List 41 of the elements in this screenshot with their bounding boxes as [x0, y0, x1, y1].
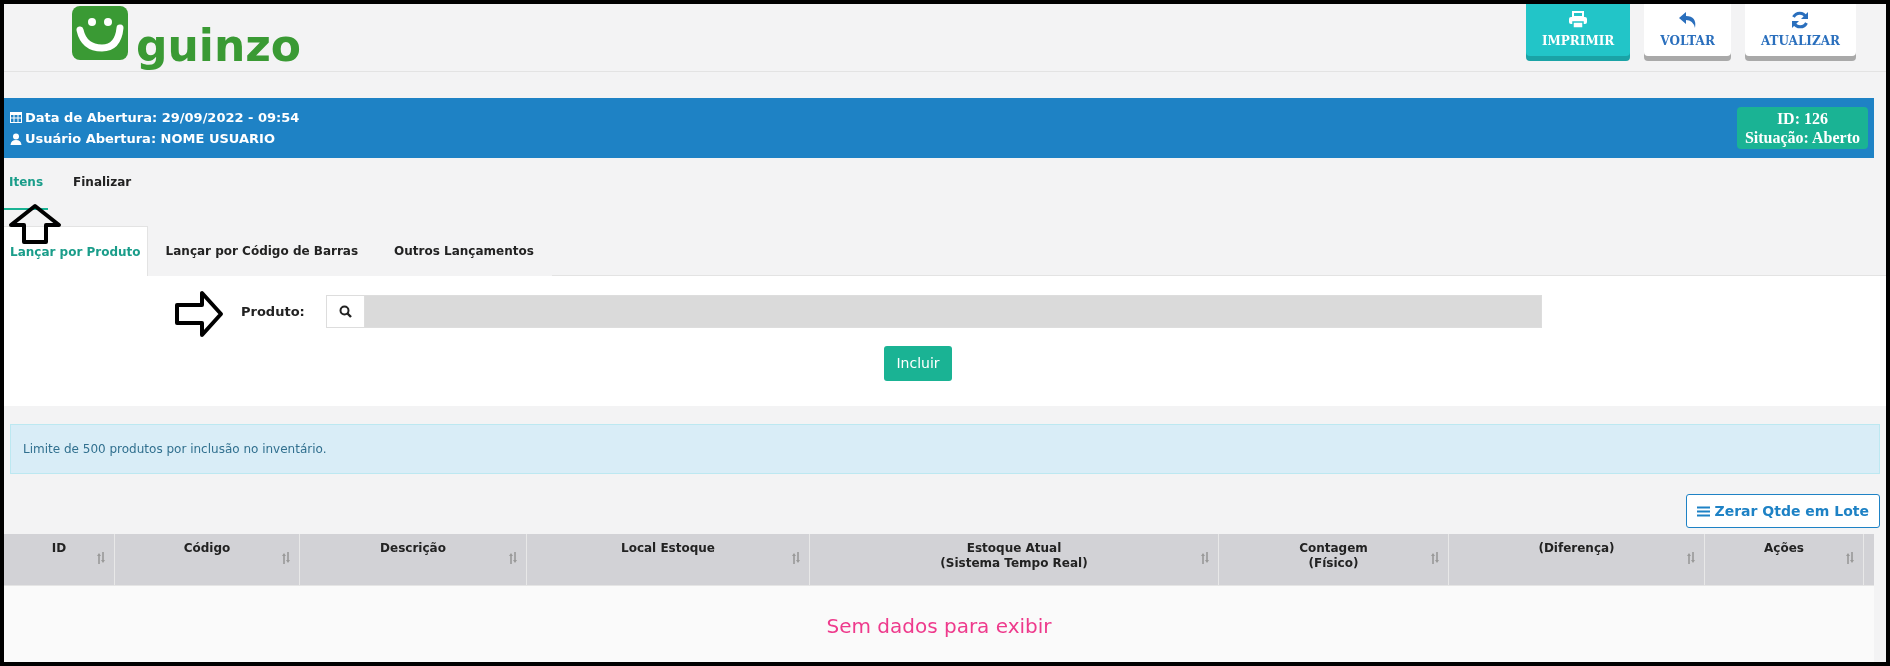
tab[interactable]: Outros Lançamentos — [376, 226, 552, 276]
menu-icon — [1696, 505, 1710, 517]
sort-icon[interactable] — [1200, 552, 1210, 564]
tab[interactable]: Lançar por Produto — [4, 226, 148, 276]
refresh-icon — [1790, 10, 1811, 29]
column-header: ID — [51, 541, 67, 557]
sort-icon[interactable] — [1430, 552, 1440, 564]
product-label: Produto: — [241, 302, 306, 321]
sort-icon[interactable] — [791, 552, 801, 564]
tab[interactable]: Itens — [4, 170, 49, 210]
calendar-icon — [10, 111, 22, 124]
printer-icon — [1568, 10, 1589, 29]
column-header: Código — [183, 541, 231, 557]
sort-icon[interactable] — [1845, 552, 1855, 564]
column-header: Contagem (Físico) — [1299, 541, 1368, 572]
id-text: ID: 126 — [1776, 109, 1828, 128]
sort-icon[interactable] — [281, 552, 291, 564]
column-header: Local Estoque — [621, 541, 715, 557]
include-button[interactable]: Incluir — [884, 346, 952, 381]
column-header: Descrição — [380, 541, 446, 557]
sort-icon[interactable] — [508, 552, 518, 564]
product-search-field[interactable] — [326, 295, 1542, 328]
logo-text: guinzo — [136, 24, 302, 68]
column-header: Ações — [1764, 541, 1804, 557]
batch-reset-button[interactable]: Zerar Qtde em Lote — [1685, 494, 1880, 528]
column-header: (Diferença) — [1538, 541, 1615, 557]
status-text: Situação: Aberto — [1744, 128, 1860, 147]
reply-arrow-icon — [1677, 10, 1698, 29]
empty-message: Sem dados para exibir — [826, 613, 1052, 640]
sort-icon[interactable] — [96, 552, 106, 564]
user-icon — [10, 132, 22, 145]
opening-date-text: Data de Abertura: 29/09/2022 - 09:54 — [25, 108, 300, 127]
right-arrow-icon — [174, 290, 224, 338]
tab[interactable]: Lançar por Código de Barras — [147, 226, 377, 276]
info-alert: Limite de 500 produtos por inclusão no inventário. — [10, 424, 1880, 474]
sort-icon[interactable] — [1686, 552, 1696, 564]
up-arrow-icon — [8, 203, 62, 245]
opening-user-text: Usuário Abertura: NOME USUARIO — [25, 130, 275, 148]
search-icon — [339, 305, 352, 318]
tab[interactable]: Finalizar — [68, 170, 137, 210]
column-header: Estoque Atual (Sistema Tempo Real) — [940, 541, 1088, 572]
